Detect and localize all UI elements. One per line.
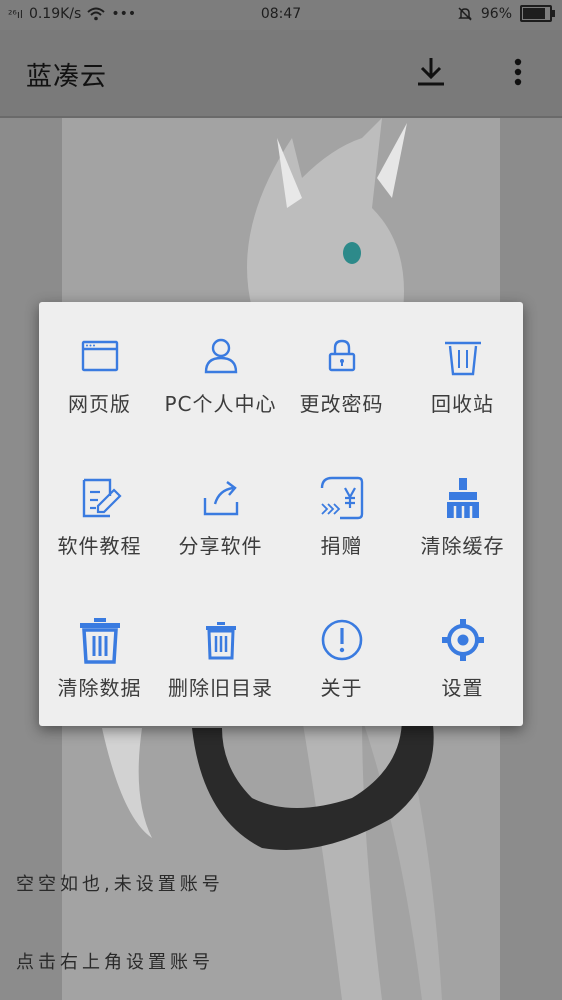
menu-item-donate[interactable]: 捐赠 [281,444,402,586]
browser-window-icon [81,340,118,372]
menu-item-label: 回收站 [431,392,494,416]
status-bar: ²⁶ıl 0.19K/s ••• 08:47 96% [0,0,562,30]
more-vertical-icon [514,58,522,86]
user-icon [204,338,237,374]
menu-item-web-version[interactable]: 网页版 [39,302,160,444]
menu-grid: 网页版 PC个人中心 更改密码 回收站 软件教程 分享软件 捐赠 清除缓存 清除… [39,302,523,726]
menu-item-clear-cache[interactable]: 清除缓存 [402,444,523,586]
menu-item-label: 分享软件 [178,534,263,558]
menu-dialog: 网页版 PC个人中心 更改密码 回收站 软件教程 分享软件 捐赠 清除缓存 清除… [39,302,523,726]
menu-item-label: 网页版 [68,392,131,416]
info-icon [321,619,362,661]
menu-item-label: PC个人中心 [164,392,277,416]
brush-icon [446,478,479,518]
menu-item-delete-old-dir[interactable]: 删除旧目录 [160,586,281,728]
mute-bell-icon [457,6,473,22]
app-title: 蓝凑云 [26,62,108,92]
menu-item-label: 关于 [320,676,363,700]
share-icon [203,481,238,516]
menu-item-about[interactable]: 关于 [281,586,402,728]
menu-item-tutorial[interactable]: 软件教程 [39,444,160,586]
lock-icon [328,339,355,372]
menu-item-label: 软件教程 [57,534,142,558]
menu-item-change-password[interactable]: 更改密码 [281,302,402,444]
download-icon [418,58,444,86]
setup-hint-text[interactable]: 点击右上角设置账号 [16,948,214,974]
empty-state-text: 空空如也,未设置账号 [16,874,224,895]
download-button[interactable] [410,52,452,94]
app-bar: 蓝凑云 [0,30,562,118]
battery-percent: 96% [480,5,512,22]
menu-item-label: 更改密码 [299,392,384,416]
menu-item-label: 捐赠 [320,534,363,558]
more-options-button[interactable] [500,52,536,94]
menu-item-label: 清除缓存 [420,534,505,558]
menu-item-pc-center[interactable]: PC个人中心 [160,302,281,444]
menu-item-label: 设置 [441,676,484,700]
trash-bold-icon [79,618,120,664]
menu-item-label: 删除旧目录 [168,676,273,700]
battery-icon [520,5,555,22]
trash-small-icon [205,622,236,660]
status-right: 96% [457,5,555,22]
gear-icon [441,619,484,661]
edit-document-icon [82,478,122,518]
trash-icon [444,341,481,376]
menu-item-label: 清除数据 [57,676,142,700]
menu-item-settings[interactable]: 设置 [402,586,523,728]
menu-item-share[interactable]: 分享软件 [160,444,281,586]
menu-item-recycle-bin[interactable]: 回收站 [402,302,523,444]
menu-item-clear-data[interactable]: 清除数据 [39,586,160,728]
donate-yen-icon [320,476,363,520]
